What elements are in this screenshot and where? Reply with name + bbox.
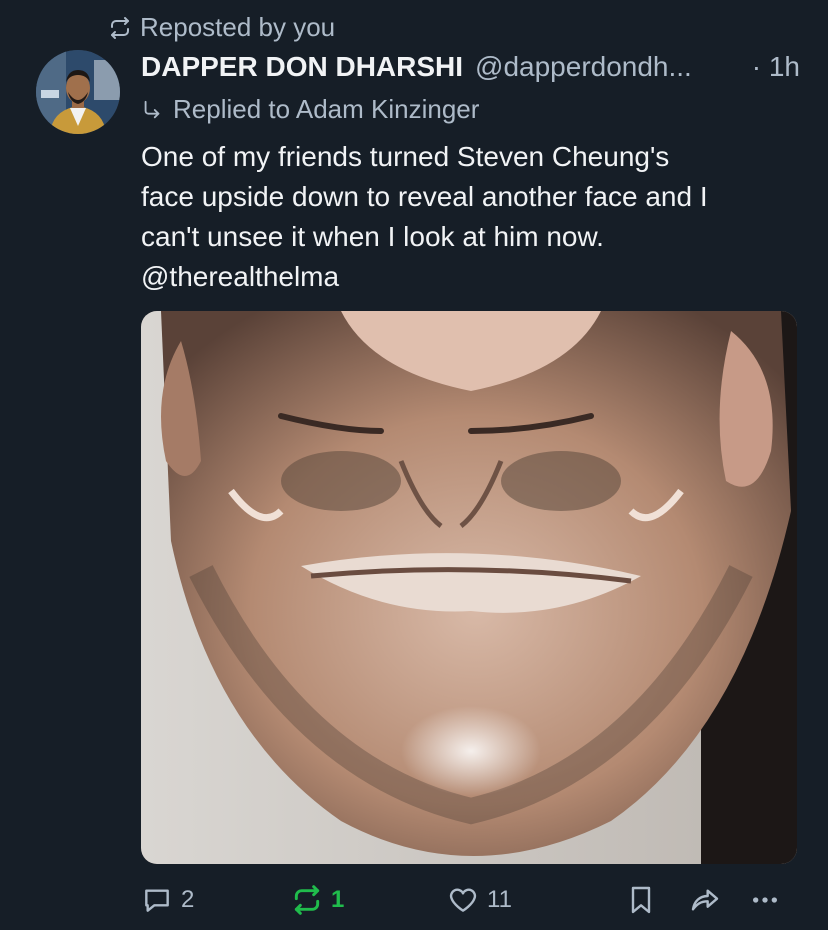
repost-button[interactable]: 1 xyxy=(291,884,344,916)
repost-icon xyxy=(111,16,129,39)
reply-button[interactable]: 2 xyxy=(141,884,194,916)
author-handle[interactable]: @dapperdondh... xyxy=(475,50,740,84)
reply-indicator[interactable]: Replied to Adam Kinzinger xyxy=(141,94,479,125)
post-time-value: 1h xyxy=(768,51,800,82)
like-button[interactable]: 11 xyxy=(447,884,512,916)
repost-label: Reposted by you xyxy=(140,12,336,42)
repost-count: 1 xyxy=(331,886,345,913)
comment-icon xyxy=(145,889,169,912)
feed-post[interactable]: Reposted by you DAPPER DON DHARSHI @dapp… xyxy=(0,0,828,930)
like-count: 11 xyxy=(487,886,512,913)
repost-indicator: Reposted by you xyxy=(108,12,335,43)
post-header: DAPPER DON DHARSHI @dapperdondh... · 1h xyxy=(141,50,800,84)
share-button[interactable] xyxy=(689,884,721,916)
post-text: One of my friends turned Steven Cheung's… xyxy=(141,141,708,292)
bookmark-icon xyxy=(631,886,651,914)
more-options-button[interactable] xyxy=(749,884,781,916)
heart-icon xyxy=(449,888,477,912)
repost-icon xyxy=(294,885,320,915)
share-arrow-icon xyxy=(691,889,719,911)
ellipsis-icon xyxy=(753,897,777,903)
author-name[interactable]: DAPPER DON DHARSHI xyxy=(141,50,463,84)
reply-label: Replied to Adam Kinzinger xyxy=(173,94,480,124)
reply-count: 2 xyxy=(181,886,195,913)
post-actions: 2 1 11 xyxy=(141,884,797,928)
bookmark-button[interactable] xyxy=(625,884,657,916)
reply-arrow-icon xyxy=(144,100,160,118)
post-timestamp[interactable]: · 1h xyxy=(752,50,800,84)
avatar[interactable] xyxy=(36,50,120,134)
post-image[interactable] xyxy=(141,311,797,864)
